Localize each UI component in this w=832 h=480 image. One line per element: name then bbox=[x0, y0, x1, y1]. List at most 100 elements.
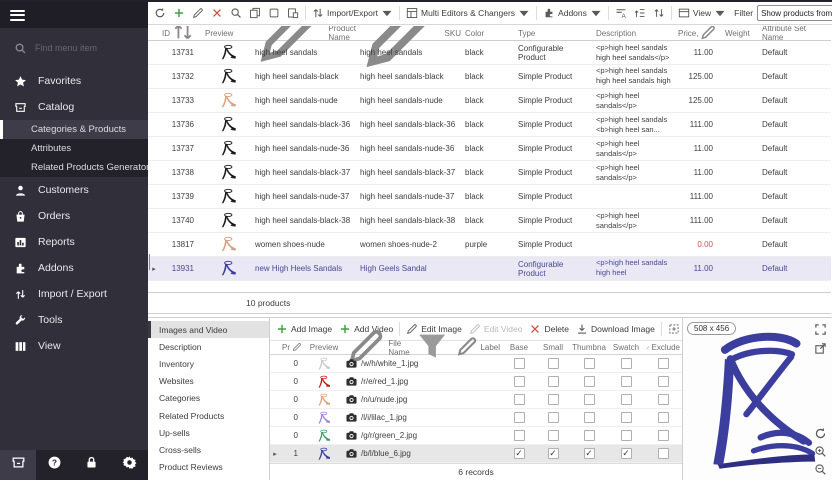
column-header-weight[interactable]: Weight bbox=[723, 29, 760, 38]
swatch-checkbox[interactable]: ✓ bbox=[621, 448, 632, 459]
hamburger-menu-button[interactable] bbox=[0, 2, 148, 28]
table-row[interactable]: 13732 high heel sandals-blackhigh heel s… bbox=[148, 65, 831, 89]
table-row[interactable]: 13737 high heel sandals-nude-36high heel… bbox=[148, 137, 831, 161]
select-button[interactable] bbox=[265, 5, 283, 21]
zoom-out-button[interactable] bbox=[814, 463, 827, 476]
table-row[interactable]: 13733 high heel sandals-nudehigh heel sa… bbox=[148, 89, 831, 113]
exclude-checkbox[interactable] bbox=[658, 394, 669, 405]
table-row[interactable]: 13738 high heel sandals-black-37high hee… bbox=[148, 161, 831, 185]
sidebar-item-addons[interactable]: Addons bbox=[0, 255, 148, 281]
addons-button[interactable]: Addons bbox=[540, 5, 605, 21]
table-row[interactable]: 13739 high heel sandals-nude-37high heel… bbox=[148, 185, 831, 209]
tab-description[interactable]: Description bbox=[148, 338, 269, 355]
category-filter-select[interactable]: Show products from selected categories bbox=[757, 5, 832, 21]
lock-button[interactable] bbox=[74, 450, 110, 480]
edit-product-button[interactable] bbox=[189, 5, 207, 21]
add-product-button[interactable] bbox=[170, 5, 188, 21]
small-checkbox[interactable] bbox=[548, 430, 559, 441]
sidebar-item-reports[interactable]: Reports bbox=[0, 229, 148, 255]
sidebar-item-customers[interactable]: Customers bbox=[0, 177, 148, 203]
tab-websites[interactable]: Websites bbox=[148, 373, 269, 390]
column-header-color[interactable]: Color bbox=[463, 29, 516, 38]
settings-button[interactable] bbox=[111, 450, 147, 480]
help-button[interactable]: ? bbox=[37, 450, 73, 480]
exclude-checkbox[interactable] bbox=[658, 358, 669, 369]
table-row[interactable]: 0 /n/u/nude.jpg bbox=[270, 391, 682, 409]
tab-up-sells[interactable]: Up-sells bbox=[148, 424, 269, 441]
column-header-image-preview[interactable]: Preview bbox=[304, 343, 344, 352]
thumbnail-checkbox[interactable] bbox=[584, 412, 595, 423]
thumbnail-checkbox[interactable] bbox=[584, 394, 595, 405]
sidebar-item-catalog[interactable]: Catalog bbox=[0, 94, 148, 120]
table-row[interactable]: ▸1 /b/l/blue_6.jpg✓✓✓✓ bbox=[270, 445, 682, 463]
small-checkbox[interactable] bbox=[548, 358, 559, 369]
tab-categories[interactable]: Categories bbox=[148, 390, 269, 407]
menu-search-input[interactable] bbox=[35, 43, 130, 53]
copy-button[interactable] bbox=[246, 5, 264, 21]
column-header-label[interactable]: Label bbox=[454, 335, 502, 359]
download-image-button[interactable]: Download Image bbox=[573, 321, 658, 337]
exclude-checkbox[interactable] bbox=[658, 412, 669, 423]
swap-button[interactable] bbox=[650, 5, 668, 21]
fit-columns-button[interactable]: A bbox=[612, 5, 630, 21]
sidebar-item-categories-products[interactable]: Categories & Products bbox=[0, 120, 148, 139]
table-row[interactable]: ▸13931 new High Heels SandalsHigh Geels … bbox=[148, 257, 831, 281]
table-row[interactable]: 0 /g/r/green_2.jpg bbox=[270, 427, 682, 445]
multi-editors-button[interactable]: Multi Editors & Changers bbox=[403, 5, 533, 21]
small-checkbox[interactable]: ✓ bbox=[548, 448, 559, 459]
tab-product-reviews[interactable]: Product Reviews bbox=[148, 459, 269, 476]
swatch-checkbox[interactable] bbox=[621, 430, 632, 441]
thumbnail-checkbox[interactable] bbox=[584, 430, 595, 441]
sidebar-item-favorites[interactable]: Favorites bbox=[0, 68, 148, 94]
column-header-base[interactable]: Base bbox=[502, 343, 536, 352]
column-header-small[interactable]: Small bbox=[536, 343, 570, 352]
column-header-thumbnail[interactable]: Thumbna bbox=[570, 343, 608, 352]
swatch-checkbox[interactable] bbox=[621, 358, 632, 369]
sidebar-item-orders[interactable]: Orders bbox=[0, 203, 148, 229]
base-checkbox[interactable] bbox=[514, 394, 525, 405]
table-row[interactable]: 13740 high heel sandals-black-38high hee… bbox=[148, 209, 831, 233]
column-header-exclude[interactable]: Exclude bbox=[644, 343, 682, 352]
import-export-button[interactable]: Import/Export bbox=[309, 5, 396, 21]
view-button[interactable]: View bbox=[675, 5, 729, 21]
column-header-position[interactable]: Pr bbox=[280, 342, 304, 354]
table-row[interactable]: 13731 high heel sandalshigh heel sandals… bbox=[148, 41, 831, 65]
thumbnail-checkbox[interactable]: ✓ bbox=[584, 448, 595, 459]
tab-inventory[interactable]: Inventory bbox=[148, 355, 269, 372]
swatch-checkbox[interactable] bbox=[621, 394, 632, 405]
base-checkbox[interactable] bbox=[514, 412, 525, 423]
column-header-swatch[interactable]: Swatch bbox=[608, 343, 644, 352]
set-resize-rule-button[interactable]: Set Resize Rule bbox=[665, 321, 683, 337]
table-row[interactable]: 13817 women shoes-nudewomen shoes-nude-2… bbox=[148, 233, 831, 257]
sidebar-item-attributes[interactable]: Attributes bbox=[0, 139, 148, 158]
open-external-button[interactable] bbox=[814, 342, 827, 355]
paste-button[interactable] bbox=[284, 5, 302, 21]
thumbnail-checkbox[interactable] bbox=[584, 376, 595, 387]
tab-cross-sells[interactable]: Cross-sells bbox=[148, 441, 269, 458]
base-checkbox[interactable]: ✓ bbox=[514, 448, 525, 459]
delete-image-button[interactable]: Delete bbox=[526, 321, 572, 337]
refresh-button[interactable] bbox=[151, 5, 169, 21]
base-checkbox[interactable] bbox=[514, 430, 525, 441]
sidebar-item-view[interactable]: View bbox=[0, 333, 148, 359]
small-checkbox[interactable] bbox=[548, 412, 559, 423]
sidebar-item-tools[interactable]: Tools bbox=[0, 307, 148, 333]
small-checkbox[interactable] bbox=[548, 376, 559, 387]
exclude-checkbox[interactable] bbox=[658, 430, 669, 441]
column-header-type[interactable]: Type bbox=[516, 29, 594, 38]
column-header-price[interactable]: Price, bbox=[676, 26, 723, 42]
swatch-checkbox[interactable] bbox=[621, 412, 632, 423]
column-header-preview[interactable]: Preview bbox=[203, 29, 253, 38]
swatch-checkbox[interactable] bbox=[621, 376, 632, 387]
sidebar-item-import-export[interactable]: Import / Export bbox=[0, 281, 148, 307]
splitter-handle[interactable] bbox=[148, 254, 151, 270]
table-row[interactable]: 13736 high heel sandals-black-36high hee… bbox=[148, 113, 831, 137]
table-row[interactable]: 0 /l/i/lilac_1.jpg bbox=[270, 409, 682, 427]
exclude-checkbox[interactable] bbox=[658, 448, 669, 459]
search-products-button[interactable] bbox=[227, 5, 245, 21]
small-checkbox[interactable] bbox=[548, 394, 559, 405]
column-header-id[interactable]: ID bbox=[160, 26, 203, 45]
column-header-attribute-set[interactable]: Attribute Set Name bbox=[760, 26, 831, 42]
fullscreen-button[interactable] bbox=[814, 323, 827, 336]
exclude-checkbox[interactable] bbox=[658, 376, 669, 387]
